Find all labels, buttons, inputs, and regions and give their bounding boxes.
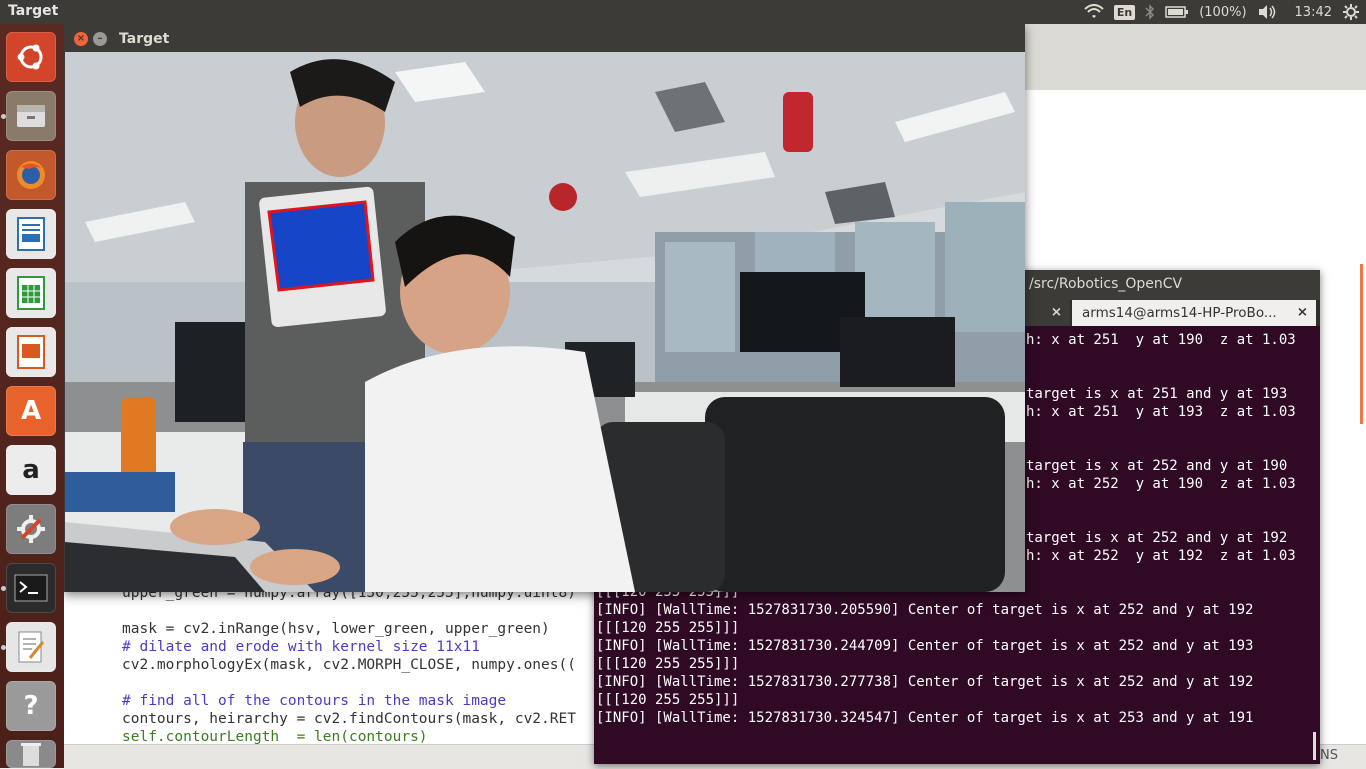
terminal-line: [INFO] [WallTime: 1527831730.277738] Cen…: [596, 674, 1254, 690]
wifi-icon[interactable]: [1084, 4, 1104, 20]
system-settings-icon[interactable]: [6, 504, 56, 554]
terminal-icon[interactable]: [6, 563, 56, 613]
ubuntu-dash-icon[interactable]: [6, 32, 56, 82]
minimize-button[interactable]: –: [93, 32, 107, 46]
close-icon[interactable]: ×: [1297, 304, 1308, 320]
launcher: A a ?: [0, 24, 64, 768]
language-indicator[interactable]: En: [1113, 4, 1136, 20]
terminal-scrollbar[interactable]: [1313, 732, 1316, 760]
files-icon[interactable]: [6, 91, 56, 141]
help-icon[interactable]: ?: [6, 681, 56, 731]
system-tray: En (100%) 13:42: [1084, 0, 1360, 24]
status-language: NS: [1320, 748, 1338, 763]
terminal-line: [[[120 255 255]]]: [596, 692, 740, 708]
terminal-line: [[[120 255 255]]]: [596, 620, 740, 636]
software-center-icon[interactable]: A: [6, 386, 56, 436]
target-image-window[interactable]: × – Target: [64, 24, 1025, 592]
calc-icon[interactable]: [6, 268, 56, 318]
terminal-line: h: x at 252 y at 190 z at 1.03: [1026, 476, 1296, 492]
impress-icon[interactable]: [6, 327, 56, 377]
close-button[interactable]: ×: [74, 32, 88, 46]
terminal-line: target is x at 252 and y at 192: [1026, 530, 1288, 546]
code-line: # find all of the contours in the mask i…: [122, 693, 507, 709]
camera-frame: [65, 52, 1025, 592]
code-line: mask = cv2.inRange(hsv, lower_green, upp…: [122, 621, 550, 637]
firefox-icon[interactable]: [6, 150, 56, 200]
close-icon[interactable]: ×: [1051, 304, 1062, 320]
clock[interactable]: 13:42: [1295, 5, 1332, 20]
terminal-line: target is x at 252 and y at 190: [1026, 458, 1288, 474]
battery-icon[interactable]: [1165, 5, 1189, 19]
amazon-icon[interactable]: a: [6, 445, 56, 495]
code-area[interactable]: upper_green = numpy.array([130,255,255],…: [122, 584, 576, 746]
trash-icon[interactable]: [6, 740, 56, 768]
terminal-line: [INFO] [WallTime: 1527831730.205590] Cen…: [596, 602, 1254, 618]
top-panel: Target En (100%) 13:42: [0, 0, 1366, 24]
code-line: contours, heirarchy = cv2.findContours(m…: [122, 711, 576, 727]
terminal-line: h: x at 251 y at 193 z at 1.03: [1026, 404, 1296, 420]
code-line: cv2.morphologyEx(mask, cv2.MORPH_CLOSE, …: [122, 657, 576, 673]
terminal-title: /src/Robotics_OpenCV: [1029, 276, 1183, 292]
volume-icon[interactable]: [1257, 4, 1277, 20]
battery-percent: (100%): [1199, 4, 1247, 20]
settings-icon[interactable]: [1342, 3, 1360, 21]
active-app-title: Target: [8, 3, 59, 19]
terminal-line: target is x at 251 and y at 193: [1026, 386, 1288, 402]
bluetooth-icon[interactable]: [1145, 4, 1155, 20]
terminal-line: [INFO] [WallTime: 1527831730.244709] Cen…: [596, 638, 1254, 654]
terminal-line: h: x at 252 y at 192 z at 1.03: [1026, 548, 1296, 564]
code-line: # dilate and erode with kernel size 11x1…: [122, 639, 480, 655]
window-title: Target: [119, 31, 170, 47]
terminal-tab-2[interactable]: arms14@arms14-HP-ProBo... ×: [1072, 300, 1316, 326]
editor-scroll-marker: [1360, 264, 1363, 424]
camera-frame-image: [65, 52, 1025, 592]
terminal-line: [[[120 255 255]]]: [596, 656, 740, 672]
tab-label: arms14@arms14-HP-ProBo...: [1082, 305, 1277, 321]
terminal-line: h: x at 251 y at 190 z at 1.03: [1026, 332, 1296, 348]
writer-icon[interactable]: [6, 209, 56, 259]
terminal-line: [INFO] [WallTime: 1527831730.324547] Cen…: [596, 710, 1254, 726]
text-editor-icon[interactable]: [6, 622, 56, 672]
